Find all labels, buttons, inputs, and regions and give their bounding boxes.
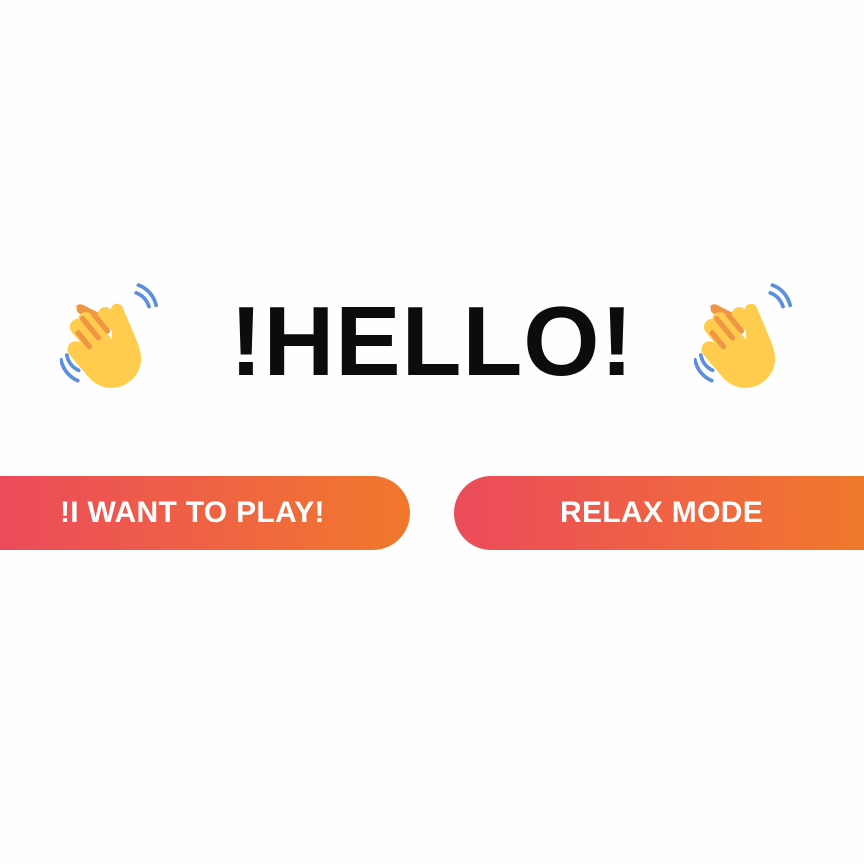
greeting-screen: !HELLO! !I WANT TO PLAY! RELAX MODE — [0, 0, 864, 864]
waving-hand-icon — [60, 283, 158, 388]
relax-mode-button[interactable]: RELAX MODE — [454, 476, 864, 550]
play-button[interactable]: !I WANT TO PLAY! — [0, 476, 410, 550]
play-button-label: !I WANT TO PLAY! — [60, 496, 325, 529]
greeting-header: !HELLO! — [0, 282, 864, 400]
relax-mode-button-label: RELAX MODE — [560, 496, 764, 529]
waving-hand-icon — [694, 283, 792, 388]
page-title: !HELLO! — [229, 286, 635, 396]
